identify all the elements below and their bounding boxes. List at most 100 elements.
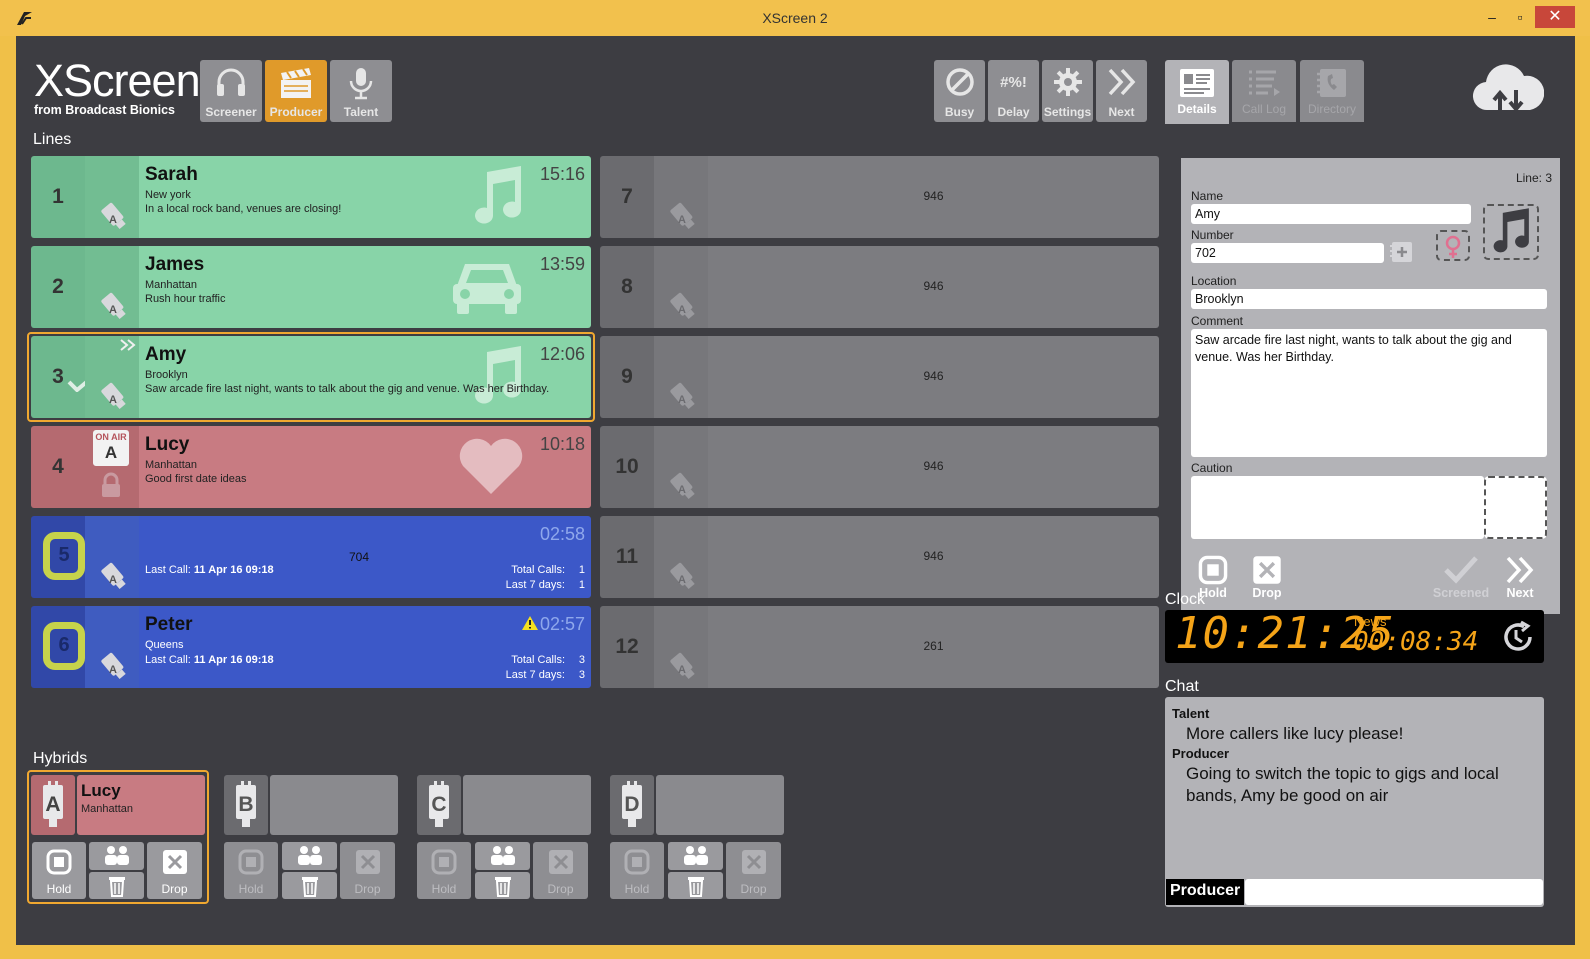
clock-mode-icon[interactable] <box>1500 619 1536 655</box>
double-chevron-right-icon <box>1506 556 1534 584</box>
hybrid-c-conference-button[interactable] <box>475 842 530 870</box>
gender-toggle[interactable] <box>1436 230 1470 261</box>
on-air-label: ON AIR <box>95 432 127 442</box>
hold-icon <box>46 849 72 875</box>
drop-label: Drop <box>740 882 767 896</box>
hybrid-a-hold-button[interactable]: Hold <box>32 842 86 899</box>
hybrid-caller-location: Manhattan <box>81 803 133 815</box>
total-calls-value: 3 <box>578 654 585 666</box>
tab-details[interactable]: Details <box>1165 60 1229 124</box>
comment-field[interactable]: Saw arcade fire last night, wants to tal… <box>1191 329 1547 457</box>
caller-comment: Rush hour traffic <box>145 293 226 305</box>
line-1[interactable]: 1 A Sarah New york In a local rock band,… <box>31 156 591 238</box>
hybrid-b-conference-button[interactable] <box>282 842 337 870</box>
location-field[interactable]: Brooklyn <box>1191 289 1547 309</box>
hybrid-d-conference-button[interactable] <box>668 842 723 870</box>
next-label: Next <box>1108 105 1135 119</box>
clapperboard-icon <box>281 68 311 98</box>
hold-label: Hold <box>431 882 457 896</box>
plug-icon: A <box>670 292 695 320</box>
location-label: Location <box>1191 274 1237 288</box>
hybrid-b-drop-button[interactable]: Drop <box>340 842 395 899</box>
hybrid-c-trash-button[interactable] <box>475 872 530 899</box>
line-value: 946 <box>923 549 944 563</box>
music-note-icon <box>1493 208 1529 253</box>
screened-label: Screened <box>1432 586 1490 600</box>
line-value: 946 <box>923 369 944 383</box>
number-field[interactable]: 702 <box>1191 243 1384 263</box>
line-8[interactable]: 8 A 946 <box>600 246 1159 328</box>
caution-icon-picker[interactable] <box>1484 476 1547 539</box>
hybrid-a[interactable]: A Lucy Manhattan <box>31 775 205 835</box>
busy-button[interactable]: Busy <box>934 60 985 122</box>
line-body: James Manhattan Rush hour traffic 13:59 <box>139 246 591 328</box>
line-4[interactable]: 4 ON AIR A Lucy Manhattan Good first dat… <box>31 426 591 508</box>
line-5[interactable]: A 5 02:58 704 Last Call: 11 Apr 16 09:18… <box>31 516 591 598</box>
minimize-button[interactable]: – <box>1478 6 1506 28</box>
mode-screener-button[interactable]: Screener <box>200 60 262 122</box>
line-10[interactable]: 10 A 946 <box>600 426 1159 508</box>
hybrid-b-hold-button[interactable]: Hold <box>224 842 278 899</box>
line-tag: A <box>654 516 708 598</box>
chat-panel: Talent More callers like lucy please! Pr… <box>1165 697 1544 907</box>
clock-heading: Clock <box>1165 591 1206 608</box>
last-7-days: Last 7 days: 1 <box>506 579 585 591</box>
people-icon <box>104 846 129 865</box>
hybrid-c-hold-button[interactable]: Hold <box>417 842 471 899</box>
lines-heading: Lines <box>33 131 72 148</box>
call-timer: 15:16 <box>539 164 585 184</box>
svg-text:A: A <box>678 394 686 406</box>
details-screened-button[interactable]: Screened <box>1431 554 1491 600</box>
chat-input[interactable] <box>1245 879 1543 905</box>
svg-text:A: A <box>678 304 686 316</box>
check-icon <box>1444 556 1478 584</box>
hybrid-c[interactable]: C <box>417 775 591 835</box>
settings-button[interactable]: Settings <box>1042 60 1093 122</box>
delay-button[interactable]: #%! Delay <box>988 60 1039 122</box>
line-12[interactable]: 12 A 261 <box>600 606 1159 688</box>
topic-icon-picker[interactable] <box>1483 204 1539 260</box>
maximize-button[interactable]: ▫ <box>1506 6 1534 28</box>
tab-call-log[interactable]: Call Log <box>1232 60 1296 122</box>
hybrid-d-hold-button[interactable]: Hold <box>610 842 664 899</box>
hybrid-c-drop-button[interactable]: Drop <box>533 842 588 899</box>
mode-talent-button[interactable]: Talent <box>330 60 392 122</box>
people-icon <box>683 846 708 865</box>
details-drop-button[interactable]: Drop <box>1242 554 1292 600</box>
total-calls-label: Total Calls: <box>511 564 565 576</box>
car-icon <box>453 264 521 314</box>
hybrid-a-drop-button[interactable]: Drop <box>147 842 202 899</box>
line-9[interactable]: 9 A 946 <box>600 336 1159 418</box>
hybrid-b[interactable]: B <box>224 775 398 835</box>
add-to-directory-icon[interactable] <box>1388 239 1416 265</box>
details-next-button[interactable]: Next <box>1495 554 1545 600</box>
close-icon <box>355 850 380 874</box>
line-tag: A <box>654 156 708 238</box>
hybrid-letter: D <box>624 793 640 816</box>
line-number: 8 <box>600 246 654 328</box>
hybrid-body: Lucy Manhattan <box>77 775 205 835</box>
cloud-sync-icon[interactable] <box>1472 60 1544 120</box>
line-2[interactable]: 2 A James Manhattan Rush hour traffic 13… <box>31 246 591 328</box>
plug-icon: A <box>670 562 695 590</box>
line-6[interactable]: A 6 Peter Queens 02:57 Last Call: 11 Apr… <box>31 606 591 688</box>
hybrid-b-trash-button[interactable] <box>282 872 337 899</box>
line-11[interactable]: 11 A 946 <box>600 516 1159 598</box>
hybrid-a-conference-button[interactable] <box>89 842 144 870</box>
hybrid-a-trash-button[interactable] <box>89 872 144 899</box>
name-field[interactable]: Amy <box>1191 204 1471 224</box>
line-number: 9 <box>600 336 654 418</box>
hybrid-d-trash-button[interactable] <box>668 872 723 899</box>
tab-directory[interactable]: Directory <box>1300 60 1364 122</box>
hybrid-d-drop-button[interactable]: Drop <box>726 842 781 899</box>
total-calls: Total Calls: 1 <box>511 564 585 576</box>
hybrid-d[interactable]: D <box>610 775 784 835</box>
caller-comment: Good first date ideas <box>145 473 247 485</box>
line-7[interactable]: 7 A 946 <box>600 156 1159 238</box>
mode-producer-button[interactable]: Producer <box>265 60 327 122</box>
next-button[interactable]: Next <box>1096 60 1147 122</box>
hybrid-plug: C <box>417 775 461 835</box>
caution-field[interactable] <box>1191 476 1484 539</box>
last-7-value: 3 <box>578 669 585 681</box>
close-button[interactable]: ✕ <box>1535 6 1575 28</box>
